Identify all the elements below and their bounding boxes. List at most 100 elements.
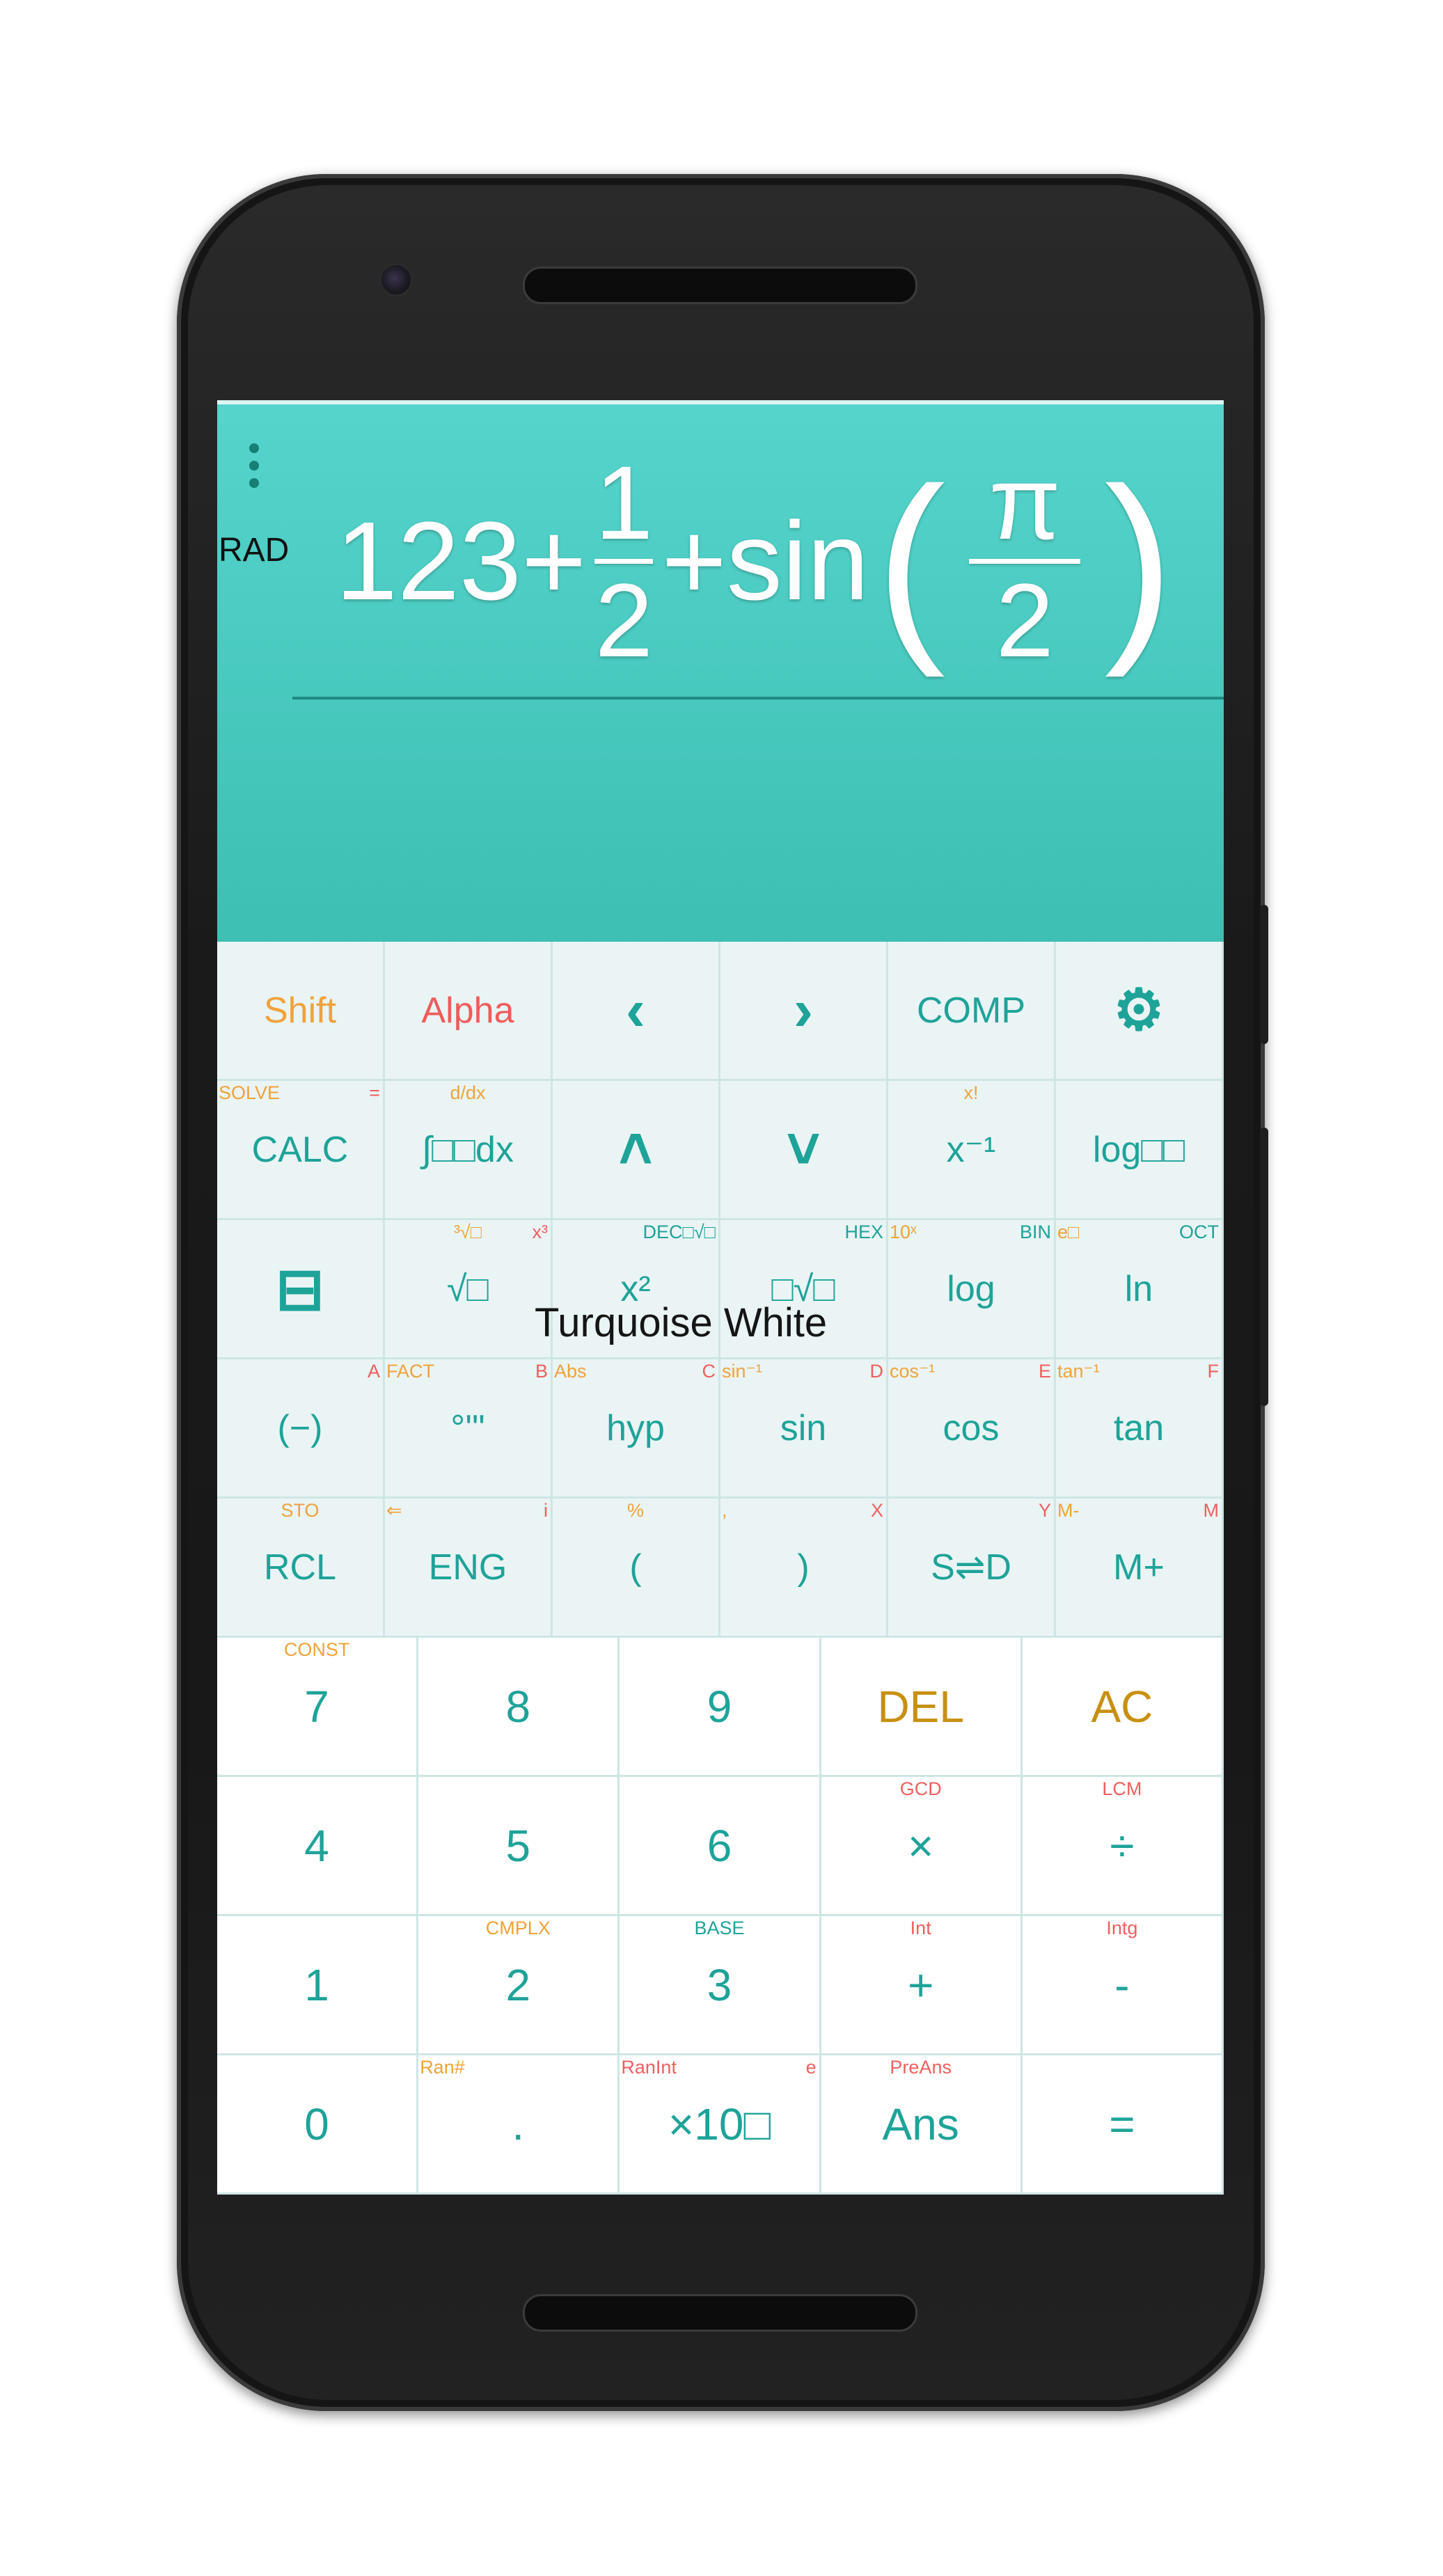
key-secondary-label: CONST: [283, 1639, 350, 1660]
key-symbol[interactable]: (−) A: [217, 1359, 385, 1499]
key-secondary-label: X: [870, 1500, 883, 1521]
key-label: log: [947, 1268, 995, 1309]
key-ln[interactable]: ln e□ OCT: [1056, 1220, 1224, 1359]
key-chevron-up[interactable]: ˄: [553, 1081, 720, 1220]
key-gear[interactable]: ⚙: [1056, 942, 1224, 1081]
key-label: 5: [505, 1820, 531, 1871]
key-label: =: [1109, 2099, 1135, 2149]
key-5[interactable]: 5: [418, 1777, 620, 1916]
key-10[interactable]: ×10□ RanInt e: [620, 2055, 821, 2195]
power-button: [1260, 905, 1268, 1044]
key-secondary-label: M: [1203, 1500, 1220, 1521]
key-ac[interactable]: AC: [1022, 1638, 1224, 1777]
key-symbol[interactable]: °'" FACT B: [385, 1359, 553, 1499]
key-label: 1: [304, 1959, 329, 2010]
key-label: °'": [450, 1407, 485, 1448]
key-x[interactable]: x⁻¹ x!: [888, 1081, 1056, 1220]
key-label: (: [629, 1547, 642, 1588]
fraction-denominator: 2: [995, 561, 1054, 679]
key-label: 0: [304, 2099, 329, 2149]
key-calc[interactable]: CALC SOLVE =: [217, 1081, 385, 1220]
key-label: AC: [1091, 1681, 1153, 1732]
key-secondary-label: sin⁻¹: [722, 1361, 762, 1382]
key-m[interactable]: M+ M- M: [1056, 1499, 1224, 1638]
key-chevron-left[interactable]: ‹: [553, 942, 720, 1081]
key-symbol[interactable]: ÷ LCM: [1022, 1777, 1224, 1916]
key-0[interactable]: 0: [217, 2055, 419, 2195]
key-symbol[interactable]: √□ ³√□ x³: [385, 1220, 553, 1359]
key-8[interactable]: 8: [418, 1638, 620, 1777]
key-9[interactable]: 9: [620, 1638, 821, 1777]
key-eng[interactable]: ENG ⇐ i: [385, 1499, 553, 1638]
key-label: ): [797, 1547, 810, 1588]
key-label: ×: [908, 1820, 934, 1871]
chevron-left-icon: ‹: [626, 977, 645, 1043]
key-secondary-label: x!: [963, 1082, 979, 1103]
key-chevron-right[interactable]: ›: [720, 942, 888, 1081]
key-symbol[interactable]: ), X: [720, 1499, 888, 1638]
key-label: x⁻¹: [946, 1129, 996, 1170]
key-symbol[interactable]: =: [1022, 2055, 1224, 2195]
key-label: 4: [304, 1820, 329, 1871]
key-cos[interactable]: cos cos⁻¹ E: [888, 1359, 1056, 1499]
key-symbol[interactable]: □√□ HEX: [720, 1220, 888, 1359]
key-log[interactable]: log 10ˣ BIN: [888, 1220, 1056, 1359]
key-symbol[interactable]: - Intg: [1022, 1916, 1224, 2055]
calculator-display: RAD 123+ 1 2 +sin ( π 2 ): [217, 400, 1224, 946]
key-symbol[interactable]: + Int: [821, 1916, 1023, 2055]
key-log[interactable]: log□□: [1056, 1081, 1224, 1220]
app-screen: RAD 123+ 1 2 +sin ( π 2 ) Shift Alpha ‹ › CO…: [217, 400, 1224, 2195]
key-ans[interactable]: Ans PreAns: [821, 2055, 1023, 2195]
key-dx[interactable]: ∫□□dx d/dx: [385, 1081, 553, 1220]
key-symbol[interactable]: . Ran#: [418, 2055, 620, 2195]
key-comp[interactable]: COMP: [888, 942, 1056, 1081]
key-rcl[interactable]: RCL STO: [217, 1499, 385, 1638]
key-secondary-label: B: [535, 1361, 548, 1382]
key-hyp[interactable]: hyp Abs C: [553, 1359, 720, 1499]
key-7[interactable]: 7 CONST: [217, 1638, 419, 1777]
key-2[interactable]: 2 CMPLX: [418, 1916, 620, 2055]
key-label: 8: [505, 1681, 531, 1732]
key-secondary-label: 10ˣ: [890, 1222, 917, 1242]
key-del[interactable]: DEL: [821, 1638, 1023, 1777]
key-secondary-label: SOLVE: [219, 1082, 281, 1103]
key-label: x²: [620, 1268, 651, 1309]
key-secondary-label: BASE: [694, 1918, 745, 1938]
key-fraction[interactable]: ⊟: [217, 1220, 385, 1359]
key-shift[interactable]: Shift: [217, 942, 385, 1081]
key-label: (−): [277, 1407, 323, 1448]
key-label: CALC: [251, 1129, 349, 1170]
key-label: ENG: [428, 1547, 507, 1588]
key-label: Alpha: [421, 990, 514, 1031]
key-tan[interactable]: tan tan⁻¹ F: [1056, 1359, 1224, 1499]
overflow-menu-icon[interactable]: [247, 443, 261, 493]
key-label: ×10□: [668, 2099, 771, 2149]
key-secondary-label: ⇐: [386, 1500, 402, 1521]
key-chevron-down[interactable]: ˅: [720, 1081, 888, 1220]
key-6[interactable]: 6: [620, 1777, 821, 1916]
key-s-d[interactable]: S⇌D Y: [888, 1499, 1056, 1638]
result-divider: [292, 697, 1224, 700]
key-secondary-label: RanInt: [621, 2057, 677, 2078]
angle-mode-label: RAD: [219, 532, 290, 569]
key-3[interactable]: 3 BASE: [620, 1916, 821, 2055]
expr-lead: 123+: [336, 498, 587, 623]
key-x[interactable]: x² DEC□√□: [553, 1220, 720, 1359]
key-sin[interactable]: sin sin⁻¹ D: [720, 1359, 888, 1499]
key-4[interactable]: 4: [217, 1777, 419, 1916]
key-label: 7: [304, 1681, 329, 1732]
function-keypad: Shift Alpha ‹ › COMP ⚙ CALC SOLVE = ∫□□dx d/dx ˄ ˅ x⁻…: [217, 942, 1224, 1638]
expression-input[interactable]: 123+ 1 2 +sin ( π 2 ): [336, 436, 1220, 686]
bottom-speaker: [523, 2294, 917, 2332]
key-secondary-label: DEC□√□: [642, 1222, 716, 1242]
key-label: S⇌D: [931, 1547, 1011, 1588]
key-symbol[interactable]: × GCD: [821, 1777, 1023, 1916]
close-paren: ): [1104, 444, 1174, 678]
key-label: 6: [707, 1820, 732, 1871]
key-1[interactable]: 1: [217, 1916, 419, 2055]
key-secondary-label: D: [869, 1361, 884, 1382]
key-alpha[interactable]: Alpha: [385, 942, 553, 1081]
key-symbol[interactable]: (%: [553, 1499, 720, 1638]
key-secondary-label: OCT: [1179, 1222, 1219, 1242]
key-secondary-label: Int: [910, 1918, 931, 1938]
